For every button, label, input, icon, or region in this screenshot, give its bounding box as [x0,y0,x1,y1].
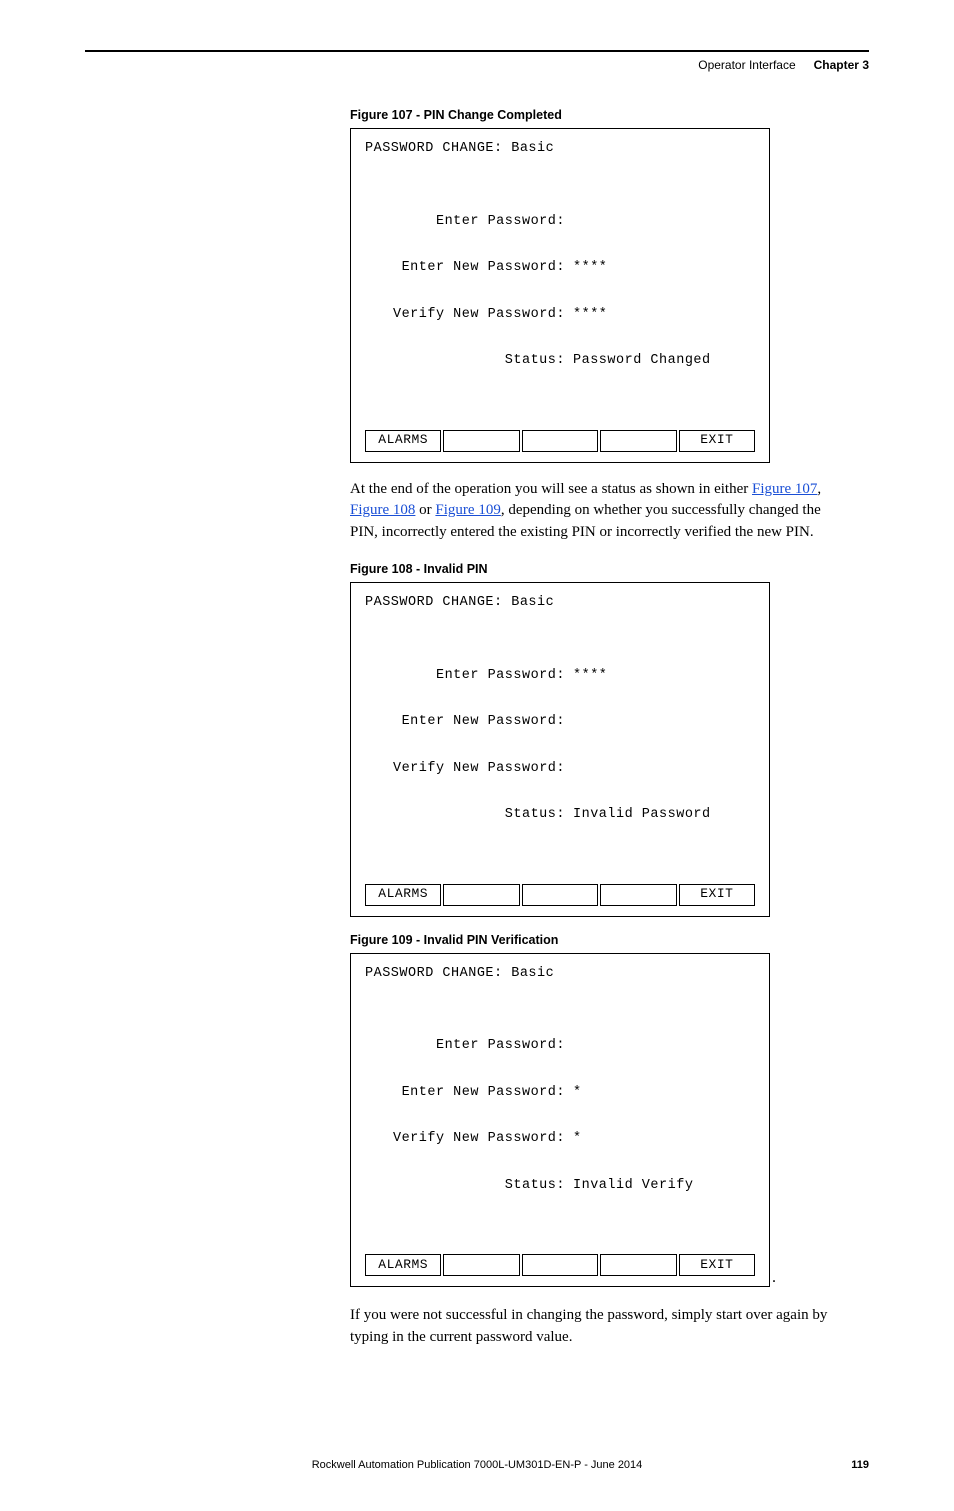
figure-107-screen: PASSWORD CHANGE: Basic Enter Password: E… [350,128,770,463]
text: At the end of the operation you will see… [350,481,752,497]
lcd-value: **** [565,307,607,323]
trailing-period: . [772,1269,776,1287]
softkey-exit[interactable]: EXIT [679,430,755,452]
lcd-softkey-row: ALARMS EXIT [365,884,755,906]
link-figure-107[interactable]: Figure 107 [752,481,817,497]
softkey-alarms[interactable]: ALARMS [365,1254,441,1276]
text: , [817,481,821,497]
lcd-title: PASSWORD CHANGE: Basic [365,141,755,157]
lcd-label: Enter New Password: [365,260,565,276]
footer-page-number: 119 [829,1459,869,1471]
lcd-label: Enter Password: [365,668,565,684]
lcd-value: Invalid Password [565,807,711,823]
lcd-value: * [565,1085,582,1101]
softkey-blank[interactable] [600,430,676,452]
lcd-value: Invalid Verify [565,1178,693,1194]
softkey-exit[interactable]: EXIT [679,1254,755,1276]
link-figure-109[interactable]: Figure 109 [435,502,500,518]
lcd-title: PASSWORD CHANGE: Basic [365,966,755,982]
softkey-blank[interactable] [443,1254,519,1276]
lcd-title: PASSWORD CHANGE: Basic [365,595,755,611]
lcd-body: Enter Password: Enter New Password:* Ver… [365,1007,755,1224]
lcd-label: Status: [365,1178,565,1194]
running-header: Operator Interface Chapter 3 [85,58,869,72]
lcd-label: Enter New Password: [365,1085,565,1101]
softkey-blank[interactable] [600,1254,676,1276]
lcd-value [565,714,573,730]
paragraph-1: At the end of the operation you will see… [350,479,850,544]
lcd-value: **** [565,668,607,684]
page-footer: Rockwell Automation Publication 7000L-UM… [85,1459,869,1471]
lcd-softkey-row: ALARMS EXIT [365,1254,755,1276]
lcd-label: Status: [365,807,565,823]
lcd-body: Enter Password: Enter New Password:**** … [365,183,755,400]
figure-107-caption: Figure 107 - PIN Change Completed [350,108,869,122]
figure-109-screen: PASSWORD CHANGE: Basic Enter Password: E… [350,953,770,1288]
softkey-blank[interactable] [522,884,598,906]
softkey-blank[interactable] [443,884,519,906]
softkey-blank[interactable] [600,884,676,906]
lcd-label: Enter Password: [365,1038,565,1054]
lcd-value [565,1038,573,1054]
footer-publication: Rockwell Automation Publication 7000L-UM… [125,1459,829,1471]
lcd-body: Enter Password:**** Enter New Password: … [365,637,755,854]
lcd-value: Password Changed [565,353,711,369]
softkey-blank[interactable] [443,430,519,452]
lcd-softkey-row: ALARMS EXIT [365,430,755,452]
lcd-label: Verify New Password: [365,761,565,777]
text: or [415,502,435,518]
lcd-value [565,761,573,777]
header-chapter: Chapter 3 [814,58,869,72]
lcd-value [565,214,573,230]
figure-108-caption: Figure 108 - Invalid PIN [350,562,869,576]
softkey-alarms[interactable]: ALARMS [365,884,441,906]
lcd-value: **** [565,260,607,276]
lcd-value: * [565,1131,582,1147]
figure-109-caption: Figure 109 - Invalid PIN Verification [350,933,869,947]
lcd-label: Verify New Password: [365,307,565,323]
lcd-label: Status: [365,353,565,369]
lcd-label: Enter Password: [365,214,565,230]
figure-108-screen: PASSWORD CHANGE: Basic Enter Password:**… [350,582,770,917]
softkey-blank[interactable] [522,430,598,452]
lcd-label: Verify New Password: [365,1131,565,1147]
paragraph-2: If you were not successful in changing t… [350,1305,850,1349]
softkey-alarms[interactable]: ALARMS [365,430,441,452]
link-figure-108[interactable]: Figure 108 [350,502,415,518]
header-section: Operator Interface [698,58,795,72]
softkey-exit[interactable]: EXIT [679,884,755,906]
lcd-label: Enter New Password: [365,714,565,730]
header-rule [85,50,869,52]
softkey-blank[interactable] [522,1254,598,1276]
